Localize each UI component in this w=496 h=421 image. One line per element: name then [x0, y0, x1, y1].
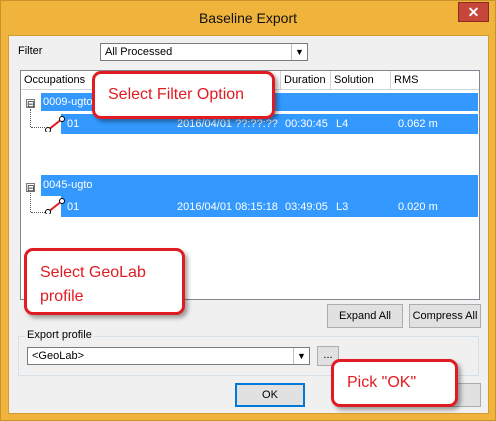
tree-connector — [31, 127, 45, 128]
callout-profile: Select GeoLab profile — [24, 248, 185, 315]
filter-selected-value: All Processed — [105, 46, 173, 58]
baseline-icon — [45, 116, 65, 132]
list-item-group[interactable]: 0045-ugto — [41, 175, 478, 196]
baseline-export-dialog: Baseline Export ✕ Filter All Processed ▼… — [0, 0, 496, 421]
rms-value: 0.062 m — [398, 118, 438, 130]
start-time: 2016/04/01 ??:??:?? — [177, 118, 278, 130]
ok-button[interactable]: OK — [235, 383, 305, 407]
expand-all-button[interactable]: Expand All — [327, 304, 403, 328]
callout-ok: Pick "OK" — [331, 359, 458, 407]
close-icon: ✕ — [467, 4, 480, 20]
duration-value: 03:49:05 — [285, 201, 328, 213]
collapse-toggle-icon[interactable]: ⊟ — [26, 183, 35, 193]
tree-connector — [30, 109, 31, 127]
column-header-duration[interactable]: Duration — [281, 71, 331, 89]
occupation-id: 01 — [67, 118, 80, 130]
rms-value: 0.020 m — [398, 201, 438, 213]
solution-value: L3 — [336, 201, 349, 213]
export-profile-label: Export profile — [25, 329, 94, 341]
callout-filter-text: Select Filter Option — [108, 86, 245, 103]
filter-label: Filter — [18, 45, 43, 57]
callout-filter: Select Filter Option — [92, 71, 275, 119]
dialog-title: Baseline Export — [198, 10, 298, 26]
callout-ok-text: Pick "OK" — [347, 374, 417, 391]
filter-dropdown[interactable]: All Processed ▼ — [100, 43, 308, 61]
start-time: 2016/04/01 08:15:18 — [177, 201, 278, 213]
duration-value: 00:30:45 — [285, 118, 328, 130]
table-row[interactable]: 01 2016/04/01 08:15:18 03:49:05 L3 0.020… — [45, 196, 478, 217]
export-profile-dropdown[interactable]: <GeoLab> ▼ — [27, 347, 310, 365]
column-header-rms[interactable]: RMS — [391, 71, 479, 89]
compress-all-button[interactable]: Compress All — [409, 304, 481, 328]
occupation-id: 01 — [67, 201, 80, 213]
collapse-toggle-icon[interactable]: ⊟ — [26, 99, 35, 109]
title-bar[interactable]: Baseline Export ✕ — [1, 1, 495, 35]
column-header-solution[interactable]: Solution — [331, 71, 391, 89]
export-profile-selected-value: <GeoLab> — [32, 350, 84, 362]
close-button[interactable]: ✕ — [458, 2, 489, 22]
tree-connector — [31, 212, 45, 213]
callout-profile-text: Select GeoLab profile — [40, 264, 146, 305]
chevron-down-icon[interactable]: ▼ — [293, 348, 309, 364]
group-name: 0045-ugto — [43, 179, 93, 191]
group-name: 0009-ugto — [43, 96, 93, 108]
solution-value: L4 — [336, 118, 349, 130]
baseline-icon — [45, 198, 65, 214]
tree-connector — [30, 193, 31, 212]
chevron-down-icon[interactable]: ▼ — [291, 44, 307, 60]
